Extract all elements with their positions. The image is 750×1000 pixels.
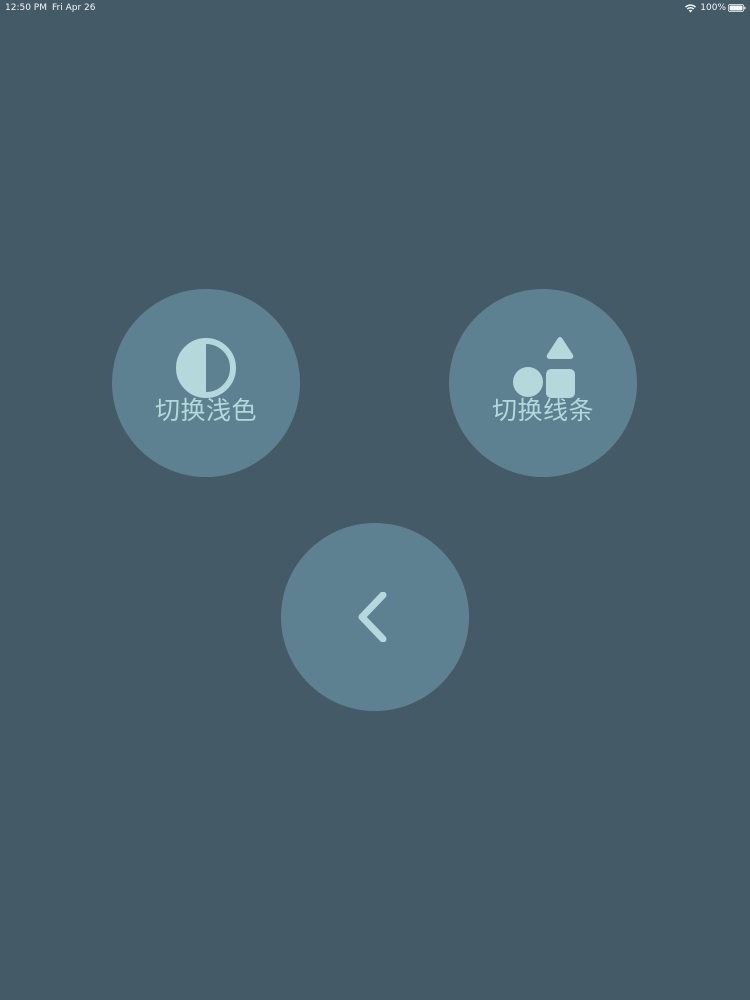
toggle-lines-button[interactable]: 切换线条	[449, 289, 637, 477]
battery-icon	[728, 4, 746, 12]
wifi-icon	[685, 3, 697, 12]
status-time: 12:50 PM	[5, 3, 47, 13]
app-screen: { "status_bar": { "time": "12:50 PM", "d…	[0, 0, 750, 1000]
battery-percent: 100%	[700, 3, 726, 13]
toggle-light-button[interactable]: 切换浅色	[112, 289, 300, 477]
status-date: Fri Apr 26	[52, 3, 96, 13]
chevron-left-icon	[358, 592, 387, 642]
back-button[interactable]	[281, 523, 469, 711]
shapes-icon	[513, 337, 575, 398]
contrast-icon	[176, 338, 236, 398]
status-bar: 12:50 PM Fri Apr 26 100%	[0, 0, 750, 16]
toggle-lines-label: 切换线条	[491, 396, 594, 425]
toggle-light-label: 切换浅色	[154, 396, 257, 425]
status-indicators: 100%	[685, 0, 746, 16]
